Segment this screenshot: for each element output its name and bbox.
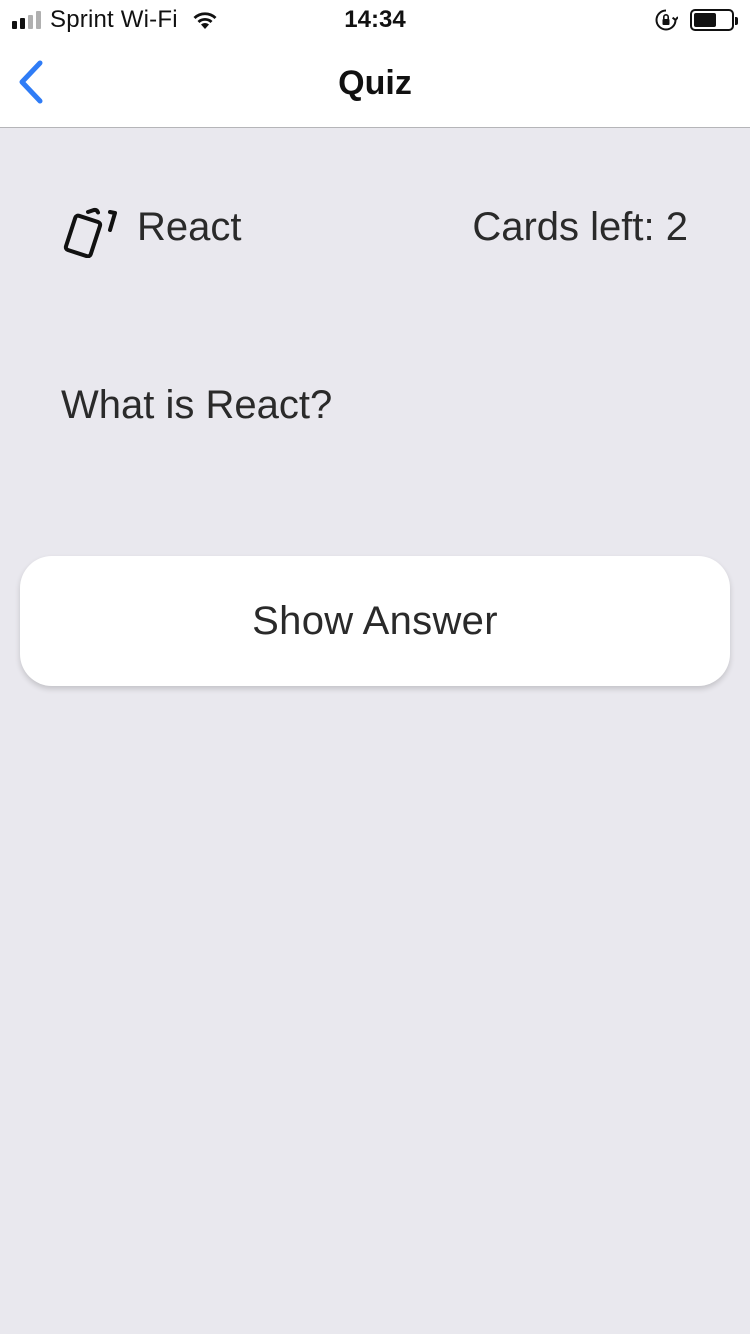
deck-name: React: [137, 205, 242, 249]
show-answer-label: Show Answer: [252, 598, 498, 643]
cards-left-counter: Cards left: 2: [472, 205, 688, 249]
question-text: What is React?: [61, 383, 333, 427]
status-bar-right: [654, 8, 738, 32]
show-answer-button[interactable]: Show Answer: [20, 556, 730, 686]
status-time: 14:34: [344, 6, 406, 33]
page-title: Quiz: [338, 64, 412, 102]
battery-icon: [690, 9, 738, 31]
rotation-lock-icon: [655, 9, 678, 31]
deck-header: React Cards left: 2: [62, 200, 688, 260]
status-bar: Sprint Wi-Fi 14:34: [0, 0, 750, 40]
battery-cap: [735, 17, 738, 25]
cards-icon: [63, 207, 117, 258]
navigation-bar: Quiz: [0, 40, 750, 128]
battery-level: [694, 13, 716, 27]
